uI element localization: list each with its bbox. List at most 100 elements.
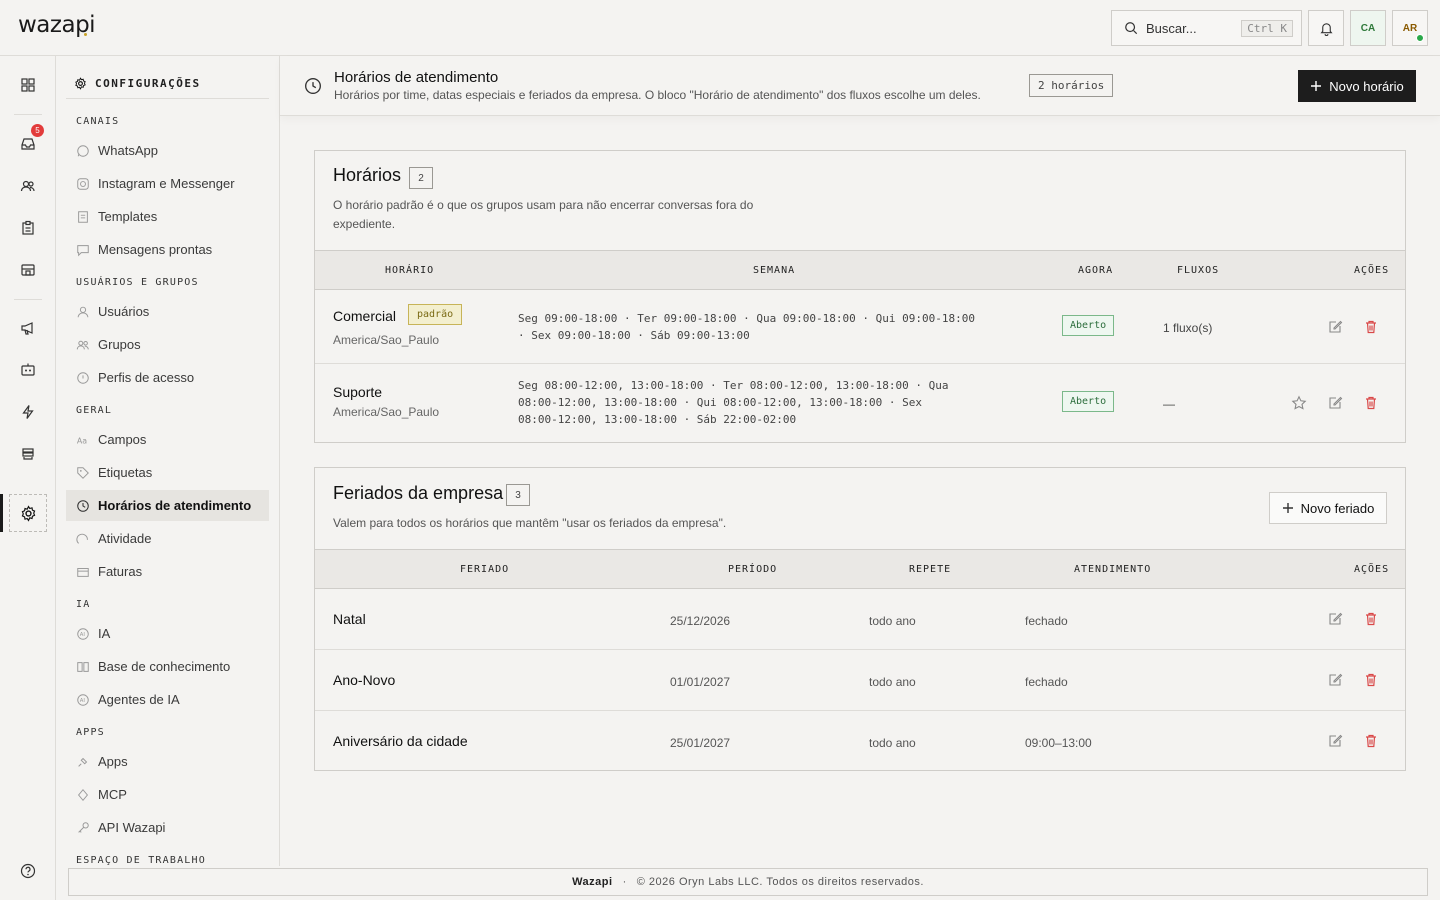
sidebar-item-label: Usuários [98, 304, 150, 319]
footer-copyright: © 2026 Oryn Labs LLC. Todos os direitos … [636, 876, 924, 888]
holiday-repeat: todo ano [869, 675, 916, 689]
sidebar-item-label: Instagram e Messenger [98, 176, 235, 191]
footer: Wazapi · © 2026 Oryn Labs LLC. Todos os … [68, 868, 1428, 896]
holiday-service: 09:00–13:00 [1025, 736, 1092, 750]
sidebar-item-label: Agentes de IA [98, 692, 180, 707]
trash-icon[interactable] [1363, 733, 1379, 749]
user-avatar[interactable]: AR [1392, 10, 1428, 46]
sidebar-item-usuarios[interactable]: Usuários [66, 296, 269, 327]
sidebar-item-atividade[interactable]: Atividade [66, 523, 269, 554]
holidays-card: Feriados da empresa 3 Valem para todos o… [314, 467, 1406, 771]
new-schedule-button[interactable]: Novo horário [1298, 70, 1416, 102]
new-holiday-button[interactable]: Novo feriado [1269, 492, 1387, 524]
nav-rail: 5 [0, 56, 56, 900]
edit-icon[interactable] [1327, 672, 1343, 688]
edit-icon[interactable] [1327, 319, 1343, 335]
plus-icon [1282, 503, 1293, 513]
col-semana: SEMANA [753, 265, 796, 276]
schedule-name: Suporte [333, 384, 383, 400]
sidebar-item-apps[interactable]: Apps [66, 746, 269, 777]
sidebar-item-templates[interactable]: Templates [66, 201, 269, 232]
status-badge: Aberto [1062, 315, 1115, 336]
col-acoes: AÇÕES [1354, 265, 1390, 276]
search-icon [1125, 22, 1138, 35]
sidebar-item-mcp[interactable]: MCP [66, 779, 269, 810]
plug-icon [78, 757, 88, 767]
store-icon[interactable] [14, 256, 42, 284]
holiday-name: Ano-Novo [333, 672, 396, 688]
trash-icon[interactable] [1363, 319, 1379, 335]
sidebar-item-label: Campos [98, 432, 147, 447]
rail-divider [14, 299, 42, 300]
rail-active-indicator [0, 494, 3, 532]
trash-icon[interactable] [1363, 395, 1379, 411]
sidebar-item-etiquetas[interactable]: Etiquetas [66, 457, 269, 488]
edit-icon[interactable] [1327, 611, 1343, 627]
page-header: Horários de atendimento Horários por tim… [280, 56, 1440, 116]
sidebar-item-label: Templates [98, 209, 158, 224]
user-initials: AR [1402, 22, 1418, 34]
bot-icon[interactable] [14, 356, 42, 384]
sidebar-item-ia[interactable]: AI IA [66, 618, 269, 649]
sidebar-item-grupos[interactable]: Grupos [66, 329, 269, 360]
shield-icon [77, 371, 89, 384]
sidebar-item-mensagens-prontas[interactable]: Mensagens prontas [66, 234, 269, 265]
default-badge: padrão [408, 304, 463, 325]
lightning-icon[interactable] [14, 398, 42, 426]
inbox-icon[interactable]: 5 [14, 124, 44, 158]
workspace-avatar[interactable]: CA [1350, 10, 1386, 46]
megaphone-icon[interactable] [14, 314, 42, 342]
contacts-icon[interactable] [14, 172, 42, 200]
schedules-table-header: HORÁRIO SEMANA AGORA FLUXOS AÇÕES [315, 250, 1405, 290]
col-periodo: PERÍODO [728, 564, 778, 575]
holiday-name: Aniversário da cidade [333, 733, 468, 749]
sidebar-item-label: Etiquetas [98, 465, 153, 480]
table-row[interactable]: Comercial padrão America/Sao_Paulo Seg 0… [315, 290, 1405, 364]
stack-icon[interactable] [14, 440, 42, 468]
col-horario: HORÁRIO [385, 265, 435, 276]
table-row[interactable]: Natal 25/12/2026 todo ano fechado [315, 589, 1405, 650]
sidebar-item-label: Base de conhecimento [98, 659, 231, 674]
sidebar-item-perfis[interactable]: Perfis de acesso [66, 362, 269, 393]
plus-icon [1311, 81, 1322, 91]
sidebar-item-label: WhatsApp [98, 143, 158, 158]
table-row[interactable]: Aniversário da cidade 25/01/2027 todo an… [315, 711, 1405, 771]
schedule-week: Seg 08:00-12:00, 13:00-18:00 · Ter 08:00… [518, 379, 949, 426]
dashboard-icon[interactable] [14, 71, 42, 99]
schedules-card: Horários 2 O horário padrão é o que os g… [314, 150, 1406, 443]
agent-icon: AI [77, 693, 89, 706]
search-placeholder: Buscar... [1146, 20, 1197, 36]
sidebar-item-faturas[interactable]: Faturas [66, 556, 269, 587]
settings-gear-icon[interactable] [14, 499, 42, 527]
help-icon[interactable] [14, 857, 42, 885]
sidebar-item-whatsapp[interactable]: WhatsApp [66, 135, 269, 166]
table-row[interactable]: Ano-Novo 01/01/2027 todo ano fechado [315, 650, 1405, 711]
holiday-repeat: todo ano [869, 614, 916, 628]
notifications-button[interactable] [1308, 10, 1344, 46]
sidebar-item-campos[interactable]: Aa Campos [66, 424, 269, 455]
sidebar-item-base-conhecimento[interactable]: Base de conhecimento [66, 651, 269, 682]
col-fluxos: FLUXOS [1177, 265, 1220, 276]
tag-icon [77, 466, 89, 479]
edit-icon[interactable] [1327, 733, 1343, 749]
clock-icon [305, 78, 321, 94]
sidebar-item-horarios[interactable]: Horários de atendimento [66, 490, 269, 521]
schedule-week: Seg 09:00-18:00 · Ter 09:00-18:00 · Qua … [518, 312, 975, 342]
col-repete: REPETE [909, 564, 952, 575]
trash-icon[interactable] [1363, 611, 1379, 627]
trash-icon[interactable] [1363, 672, 1379, 688]
schedules-title: Horários [333, 165, 402, 185]
template-icon [78, 210, 88, 223]
table-row[interactable]: Suporte America/Sao_Paulo Seg 08:00-12:0… [315, 364, 1405, 442]
edit-icon[interactable] [1327, 395, 1343, 411]
search-input[interactable]: Buscar... Ctrl K [1111, 10, 1302, 46]
sidebar-item-agentes[interactable]: AI Agentes de IA [66, 684, 269, 715]
quick-reply-icon [77, 244, 89, 256]
clipboard-icon[interactable] [14, 214, 42, 242]
holidays-table-header: FERIADO PERÍODO REPETE ATENDIMENTO AÇÕES [315, 549, 1405, 589]
sidebar-item-label: Faturas [98, 564, 143, 579]
star-icon[interactable] [1291, 395, 1307, 411]
sidebar-item-api[interactable]: API Wazapi [66, 812, 269, 843]
ai-icon: AI [77, 627, 89, 640]
sidebar-item-instagram[interactable]: Instagram e Messenger [66, 168, 269, 199]
